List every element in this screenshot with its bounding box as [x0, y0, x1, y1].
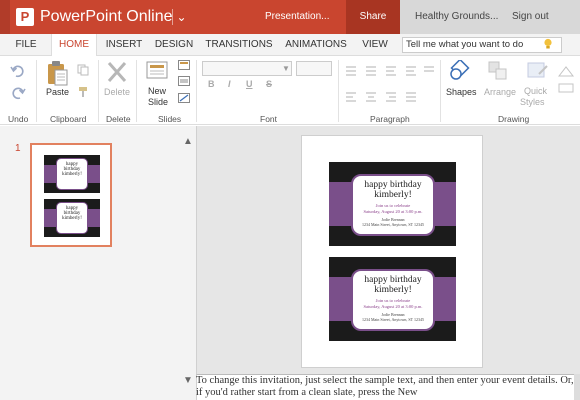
bold-button[interactable]: B: [208, 79, 215, 89]
group-label-slides: Slides: [158, 114, 182, 124]
new-slide-icon[interactable]: [146, 60, 168, 80]
slide-number: 1: [15, 143, 21, 154]
new-slide-label-2[interactable]: Slide: [148, 97, 168, 107]
group-label-font: Font: [260, 114, 278, 124]
arrange-label[interactable]: Arrange: [484, 87, 516, 97]
document-title[interactable]: Presentation...: [265, 11, 329, 22]
card-heading-1[interactable]: happy birthday: [353, 275, 433, 285]
ribbon-divider: [136, 60, 137, 122]
thumbnail-card-top: happy birthday kimberly!: [44, 155, 100, 193]
layout-icon[interactable]: [178, 60, 190, 70]
chevron-up-icon[interactable]: ▲: [183, 136, 193, 147]
paste-label[interactable]: Paste: [46, 87, 69, 97]
tell-me-search-input[interactable]: Tell me what you want to do: [402, 37, 562, 53]
card-heading-2[interactable]: kimberly!: [353, 285, 433, 296]
tab-view[interactable]: VIEW: [358, 34, 392, 56]
lightbulb-icon: [544, 38, 552, 49]
copy-icon[interactable]: [77, 64, 89, 76]
chevron-down-icon[interactable]: ⌄: [172, 9, 188, 25]
group-label-delete: Delete: [106, 114, 131, 124]
chevron-down-icon[interactable]: ▼: [280, 61, 292, 76]
italic-button[interactable]: I: [228, 79, 231, 89]
slide-canvas[interactable]: happy birthday kimberly! Join us to cele…: [301, 135, 483, 368]
app-launcher-strip[interactable]: [0, 0, 10, 34]
undo-icon[interactable]: [10, 64, 26, 78]
thumb-heading-2: kimberly!: [62, 172, 82, 177]
thumb-heading-1: happy birthday: [63, 206, 81, 216]
powerpoint-online-window: P PowerPoint Online ⌄ Presentation... Sh…: [0, 0, 580, 400]
account-name[interactable]: Healthy Grounds...: [415, 11, 498, 22]
hide-slide-icon[interactable]: [178, 93, 190, 103]
strikethrough-button[interactable]: S: [266, 79, 272, 89]
underline-button[interactable]: U: [246, 79, 253, 89]
ribbon-divider: [196, 60, 197, 122]
shapes-label[interactable]: Shapes: [446, 87, 477, 97]
card-addr-2[interactable]: 1234 Main Street, Anytown, ST 12345: [353, 222, 433, 227]
group-label-paragraph: Paragraph: [370, 114, 410, 124]
group-label-clipboard: Clipboard: [50, 114, 87, 124]
app-name[interactable]: PowerPoint Online: [40, 8, 173, 26]
card-heading-1[interactable]: happy birthday: [353, 180, 433, 190]
quick-styles-label-1[interactable]: Quick: [524, 86, 547, 96]
delete-label[interactable]: Delete: [104, 87, 130, 97]
thumb-heading-2: kimberly!: [62, 216, 82, 221]
redo-icon[interactable]: [10, 86, 26, 100]
paragraph-controls-icon[interactable]: [344, 64, 436, 108]
quick-styles-icon[interactable]: [525, 60, 549, 82]
ribbon-divider: [36, 60, 37, 122]
tab-design[interactable]: DESIGN: [152, 34, 196, 56]
tab-animations[interactable]: ANIMATIONS: [284, 34, 348, 56]
new-slide-label-1[interactable]: New: [148, 86, 166, 96]
shape-fill-outline-icon[interactable]: [556, 64, 576, 104]
card-heading-2[interactable]: kimberly!: [353, 190, 433, 201]
card-sub-2[interactable]: Saturday, August 20 at 3:00 p.m.: [353, 209, 433, 215]
card-sub-2[interactable]: Saturday, August 20 at 3:00 p.m.: [353, 304, 433, 310]
duplicate-slide-icon[interactable]: [178, 76, 190, 86]
arrange-icon[interactable]: [487, 60, 509, 82]
sign-out-link[interactable]: Sign out: [512, 11, 549, 22]
tab-transitions[interactable]: TRANSITIONS: [205, 34, 273, 56]
tab-home[interactable]: HOME: [51, 34, 97, 57]
shapes-icon[interactable]: [448, 60, 472, 82]
invitation-card-bottom[interactable]: happy birthday kimberly! Join us to cele…: [329, 257, 456, 341]
chevron-down-icon[interactable]: ▼: [183, 375, 193, 386]
font-family-select[interactable]: [202, 61, 292, 76]
ribbon-divider: [338, 60, 339, 122]
ribbon-divider: [98, 60, 99, 122]
card-addr-2[interactable]: 1234 Main Street, Anytown, ST 12345: [353, 317, 433, 322]
group-label-undo: Undo: [8, 114, 29, 124]
notes-scrollbar[interactable]: [574, 374, 580, 400]
invitation-card-top[interactable]: happy birthday kimberly! Join us to cele…: [329, 162, 456, 246]
tab-file[interactable]: FILE: [6, 34, 46, 56]
delete-x-icon[interactable]: [106, 60, 128, 84]
ribbon-divider: [440, 60, 441, 122]
powerpoint-logo-icon: P: [16, 8, 34, 26]
thumbnail-card-bottom: happy birthday kimberly!: [44, 199, 100, 237]
title-bar: P PowerPoint Online ⌄ Presentation... Sh…: [0, 0, 580, 34]
thumb-heading-1: happy birthday: [63, 162, 81, 172]
quick-styles-label-2[interactable]: Styles: [520, 97, 545, 107]
logo-letter: P: [20, 9, 30, 24]
slide-thumbnail[interactable]: happy birthday kimberly! happy birthday …: [30, 143, 112, 247]
tab-insert[interactable]: INSERT: [103, 34, 145, 56]
share-button[interactable]: Share: [346, 0, 400, 34]
notes-text[interactable]: To change this invitation, just select t…: [196, 375, 576, 399]
ribbon-home: Undo Paste Clipboard Delete Delete New S…: [0, 56, 580, 125]
font-size-select[interactable]: [296, 61, 332, 76]
paste-icon[interactable]: [46, 60, 68, 86]
group-label-drawing: Drawing: [498, 114, 530, 124]
format-painter-icon[interactable]: [77, 86, 89, 98]
